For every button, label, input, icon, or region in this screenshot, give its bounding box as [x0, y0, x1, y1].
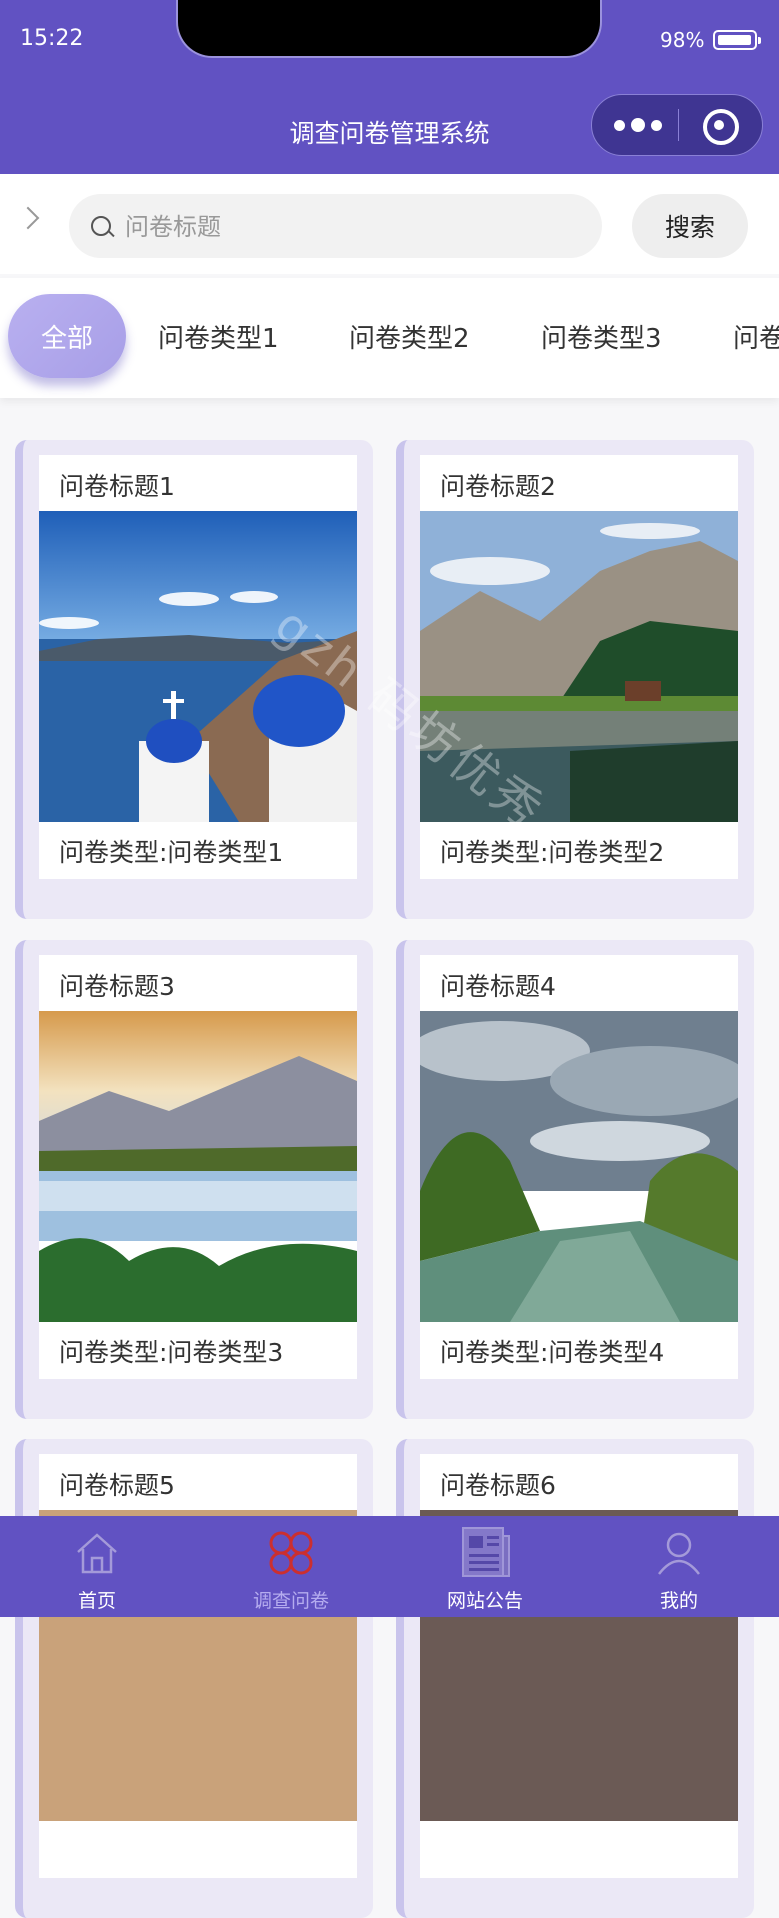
tab-type-2[interactable]: 问卷类型2: [349, 294, 470, 378]
search-input[interactable]: [123, 194, 587, 260]
card-title: 问卷标题3: [59, 972, 175, 1001]
search-button[interactable]: 搜索: [632, 194, 748, 258]
miniprogram-capsule: [591, 94, 763, 156]
card-type: 问卷类型:问卷类型2: [440, 838, 665, 867]
tab-type-1[interactable]: 问卷类型1: [158, 294, 279, 378]
status-time: 15:22: [20, 26, 84, 51]
card-image: [39, 511, 357, 822]
card-title: 问卷标题6: [440, 1471, 556, 1500]
card-image: [420, 1011, 738, 1322]
tab-type-4[interactable]: 问卷: [733, 294, 779, 378]
survey-card[interactable]: 问卷标题6: [396, 1439, 754, 1918]
tab-all[interactable]: 全部: [8, 294, 126, 378]
nav-announcements[interactable]: 网站公告: [388, 1516, 582, 1617]
more-menu-icon[interactable]: [614, 95, 666, 155]
card-type: 问卷类型:问卷类型1: [59, 838, 284, 867]
search-bar: 搜索: [0, 174, 779, 274]
home-icon: [77, 1533, 117, 1574]
clover-icon: [269, 1531, 313, 1575]
nav-profile[interactable]: 我的: [582, 1516, 776, 1617]
newspaper-icon: [462, 1527, 510, 1577]
device-notch: [178, 0, 600, 56]
user-icon: [658, 1532, 700, 1575]
tab-type-3[interactable]: 问卷类型3: [541, 294, 662, 378]
card-title: 问卷标题2: [440, 472, 556, 501]
survey-card[interactable]: 问卷标题2 问卷类型:问卷类型2: [396, 440, 754, 919]
card-type: 问卷类型:问卷类型3: [59, 1338, 284, 1367]
battery-icon: [713, 30, 761, 50]
survey-card[interactable]: 问卷标题4 问卷类型:问卷类型4: [396, 940, 754, 1419]
card-image: [420, 511, 738, 822]
chevron-right-icon[interactable]: [16, 206, 40, 230]
app-header: 15:22 98% 调查问卷管理系统: [0, 0, 779, 174]
nav-label: 我的: [659, 1590, 698, 1612]
card-title: 问卷标题4: [440, 972, 556, 1001]
bottom-nav: 首页 调查问卷 网站公告 我的: [0, 1516, 779, 1617]
card-image: [39, 1011, 357, 1322]
nav-label: 调查问卷: [252, 1590, 329, 1612]
search-box[interactable]: [69, 194, 602, 260]
card-title: 问卷标题1: [59, 472, 175, 501]
card-type: 问卷类型:问卷类型4: [440, 1338, 665, 1367]
nav-surveys[interactable]: 调查问卷: [194, 1516, 388, 1617]
nav-home[interactable]: 首页: [0, 1516, 194, 1617]
category-tabs: 全部 问卷类型1 问卷类型2 问卷类型3 问卷: [0, 278, 779, 398]
survey-card[interactable]: 问卷标题5: [15, 1439, 373, 1918]
nav-label: 网站公告: [446, 1590, 523, 1612]
battery-percentage: 98%: [660, 28, 705, 52]
card-title: 问卷标题5: [59, 1471, 175, 1500]
survey-card[interactable]: 问卷标题3 问卷类型:问卷类型3: [15, 940, 373, 1419]
search-icon: [91, 216, 111, 236]
close-miniprogram-icon[interactable]: [703, 109, 739, 145]
nav-label: 首页: [77, 1590, 116, 1612]
survey-card[interactable]: 问卷标题1 问卷类型:问卷类型1: [15, 440, 373, 919]
